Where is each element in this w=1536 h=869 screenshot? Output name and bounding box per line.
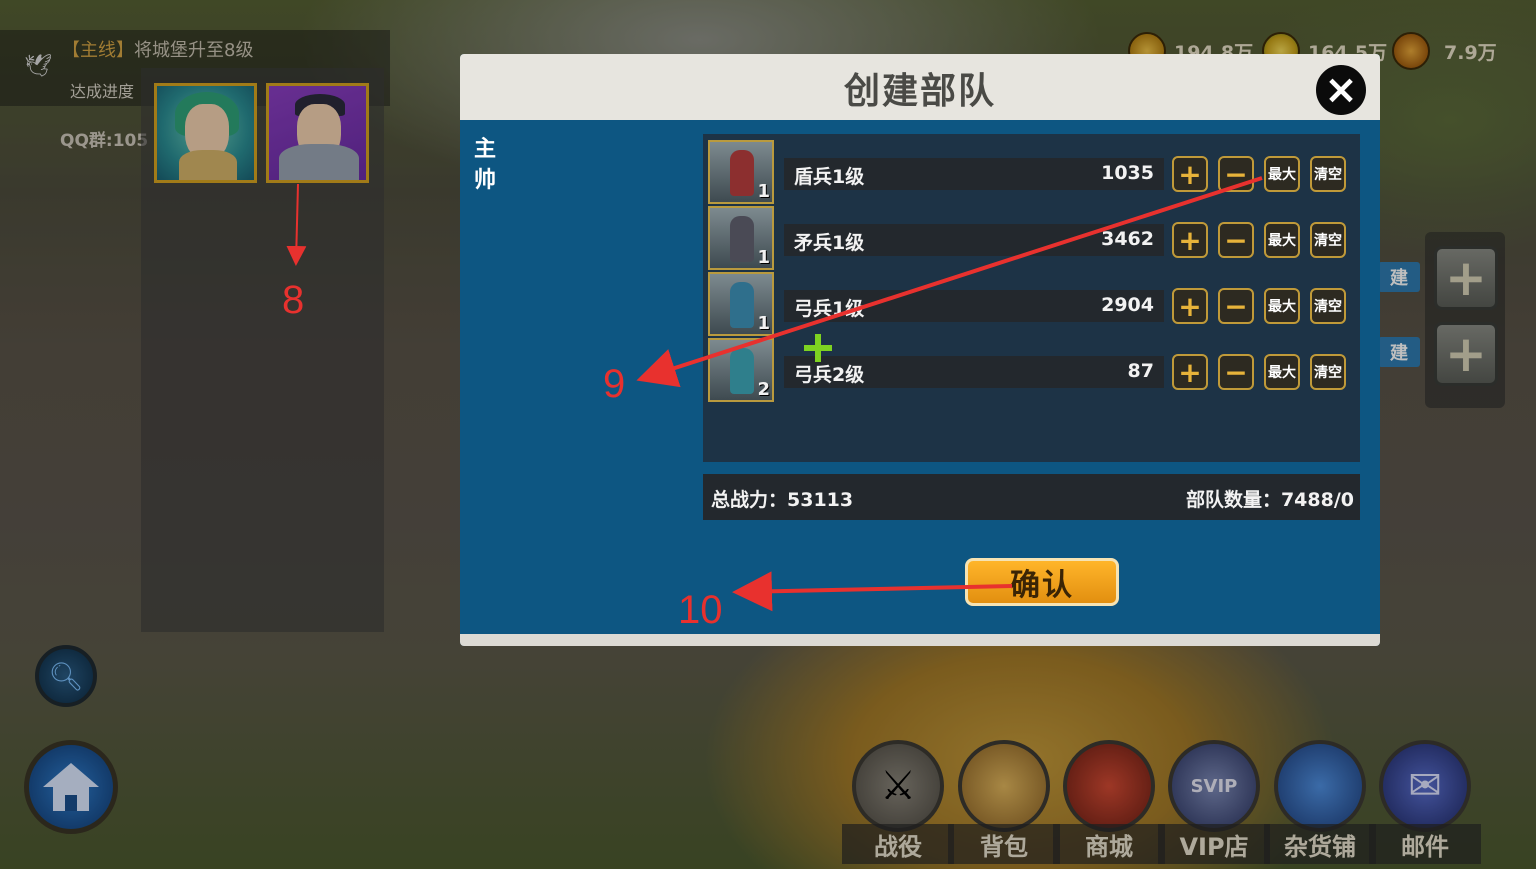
troop-level: 1 bbox=[757, 247, 770, 268]
clear-button[interactable]: 清空 bbox=[1310, 354, 1346, 390]
troop-count: 87 bbox=[1127, 360, 1154, 382]
troop-quantity: 部队数量：7488/0 bbox=[1185, 489, 1354, 511]
troop-info-bar: 矛兵1级 3462 bbox=[784, 224, 1164, 256]
decrease-button[interactable]: − bbox=[1218, 288, 1254, 324]
troop-name: 弓兵1级 bbox=[794, 298, 865, 320]
max-button[interactable]: 最大 bbox=[1264, 288, 1300, 324]
increase-button[interactable]: + bbox=[1172, 156, 1208, 192]
shield-soldier-icon bbox=[730, 150, 754, 196]
clear-button[interactable]: 清空 bbox=[1310, 288, 1346, 324]
troop-summary: 总战力：53113 部队数量：7488/0 bbox=[703, 474, 1360, 520]
troop-count: 1035 bbox=[1101, 162, 1154, 184]
crosshair-cursor-icon bbox=[804, 334, 832, 362]
decrease-button[interactable]: − bbox=[1218, 222, 1254, 258]
troop-name: 弓兵2级 bbox=[794, 364, 865, 386]
annotation-number-10: 10 bbox=[678, 588, 723, 632]
dialog-title: 创建部队 bbox=[843, 71, 996, 112]
max-button[interactable]: 最大 bbox=[1264, 156, 1300, 192]
troop-row: 1 矛兵1级 3462 + − 最大 清空 bbox=[708, 206, 1358, 270]
commander-label: 主帅 bbox=[474, 137, 497, 193]
dialog-footer bbox=[460, 634, 1380, 646]
troop-level: 1 bbox=[757, 181, 770, 202]
troop-row: 1 盾兵1级 1035 + − 最大 清空 bbox=[708, 140, 1358, 204]
troop-row: 1 弓兵1级 2904 + − 最大 清空 bbox=[708, 272, 1358, 336]
decrease-button[interactable]: − bbox=[1218, 156, 1254, 192]
spear-soldier-icon bbox=[730, 216, 754, 262]
troop-info-bar: 弓兵2级 87 bbox=[784, 356, 1164, 388]
troop-portrait: 1 bbox=[708, 206, 774, 270]
archer-icon bbox=[730, 282, 754, 328]
clear-button[interactable]: 清空 bbox=[1310, 222, 1346, 258]
troop-info-bar: 盾兵1级 1035 bbox=[784, 158, 1164, 190]
max-button[interactable]: 最大 bbox=[1264, 222, 1300, 258]
troop-level: 1 bbox=[757, 313, 770, 334]
troop-portrait: 2 bbox=[708, 338, 774, 402]
dialog-header: 创建部队 × bbox=[460, 54, 1380, 120]
decrease-button[interactable]: − bbox=[1218, 354, 1254, 390]
archer-icon bbox=[730, 348, 754, 394]
close-icon: × bbox=[1324, 67, 1358, 113]
close-button[interactable]: × bbox=[1313, 62, 1369, 118]
total-power: 总战力：53113 bbox=[711, 489, 854, 511]
troop-portrait: 1 bbox=[708, 140, 774, 204]
max-button[interactable]: 最大 bbox=[1264, 354, 1300, 390]
troop-count: 2904 bbox=[1101, 294, 1154, 316]
increase-button[interactable]: + bbox=[1172, 354, 1208, 390]
annotation-number-8: 8 bbox=[282, 278, 305, 322]
confirm-button[interactable]: 确认 bbox=[965, 558, 1119, 606]
troop-level: 2 bbox=[757, 379, 770, 400]
create-troop-dialog: 创建部队 × 主帅 1 盾兵1级 1035 + − 最大 清空 1 矛兵1级 3… bbox=[460, 54, 1380, 646]
troop-name: 盾兵1级 bbox=[794, 166, 865, 188]
troop-count: 3462 bbox=[1101, 228, 1154, 250]
troop-info-bar: 弓兵1级 2904 bbox=[784, 290, 1164, 322]
clear-button[interactable]: 清空 bbox=[1310, 156, 1346, 192]
annotation-number-9: 9 bbox=[603, 362, 626, 406]
troop-name: 矛兵1级 bbox=[794, 232, 865, 254]
increase-button[interactable]: + bbox=[1172, 288, 1208, 324]
troop-portrait: 1 bbox=[708, 272, 774, 336]
increase-button[interactable]: + bbox=[1172, 222, 1208, 258]
troop-list: 1 盾兵1级 1035 + − 最大 清空 1 矛兵1级 3462 + − 最大… bbox=[703, 134, 1360, 462]
